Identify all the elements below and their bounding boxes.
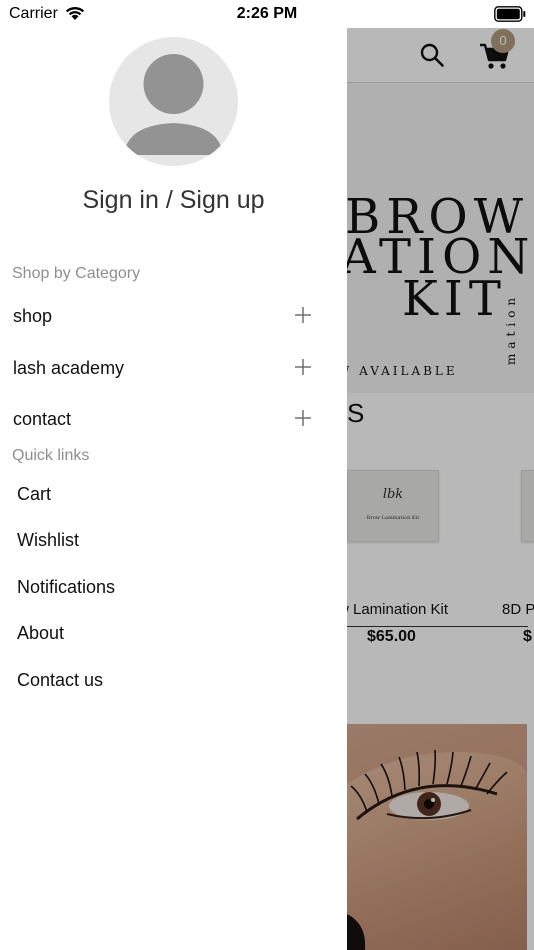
category-label: contact — [13, 409, 72, 429]
background-app-content: ‹ 0 BROW ATION KIT W AVAILABLE mation S … — [347, 26, 534, 950]
quick-link-wishlist[interactable]: Wishlist — [17, 530, 79, 551]
quick-link-cart[interactable]: Cart — [17, 484, 51, 505]
category-item-shop[interactable]: shop — [0, 298, 347, 342]
quick-link-notifications[interactable]: Notifications — [17, 577, 115, 598]
side-drawer: Sign in / Sign up Shop by Category shop … — [0, 0, 347, 950]
battery-icon — [494, 6, 526, 22]
drawer-overlay[interactable] — [347, 26, 534, 950]
avatar-icon — [124, 54, 223, 155]
quick-links-heading: Quick links — [12, 447, 90, 464]
category-label: shop — [13, 306, 53, 326]
status-time: 2:26 PM — [236, 5, 298, 22]
shop-by-category-heading: Shop by Category — [12, 265, 141, 282]
avatar[interactable] — [109, 37, 238, 166]
category-item-lash-academy[interactable]: lash academy — [0, 350, 347, 394]
plus-icon[interactable] — [294, 306, 312, 324]
category-label: lash academy — [13, 358, 125, 378]
status-bar: Carrier 2:26 PM — [0, 0, 534, 28]
sign-in-link[interactable]: Sign in / Sign up — [0, 186, 347, 215]
quick-link-contact-us[interactable]: Contact us — [17, 670, 103, 691]
plus-icon[interactable] — [294, 409, 312, 427]
plus-icon[interactable] — [294, 358, 312, 376]
category-item-contact[interactable]: contact — [0, 401, 347, 445]
quick-link-about[interactable]: About — [17, 623, 64, 644]
